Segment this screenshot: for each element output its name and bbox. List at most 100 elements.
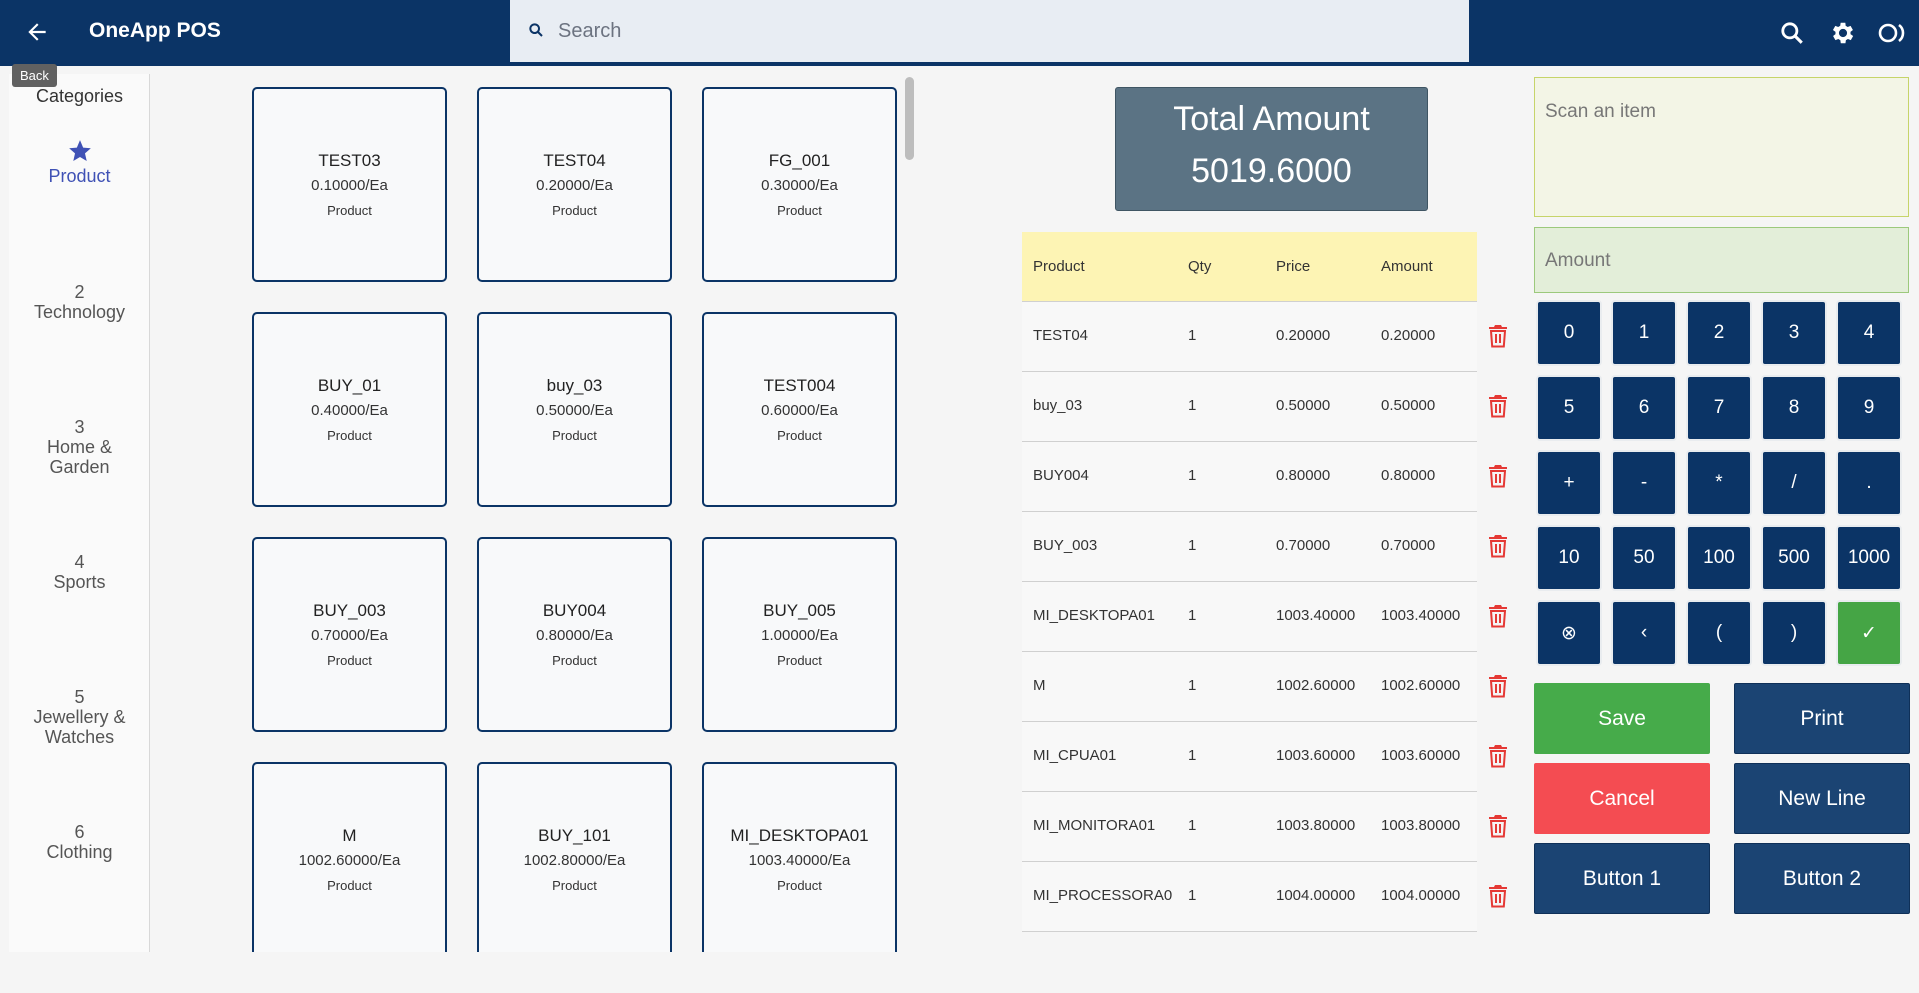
order-row[interactable]: BUY004 1 0.80000 0.80000: [1022, 442, 1477, 512]
key-clear[interactable]: ⊗: [1536, 600, 1602, 666]
column-header-amount: Amount: [1381, 258, 1433, 275]
delete-row-button[interactable]: [1488, 604, 1510, 630]
product-name: M: [342, 826, 357, 845]
order-qty: 1: [1188, 467, 1197, 484]
key-10[interactable]: 10: [1536, 525, 1602, 591]
product-price: 1003.40000/Ea: [748, 852, 851, 869]
category-sports[interactable]: 4 Sports: [9, 552, 150, 592]
product-tile[interactable]: TEST004 0.60000/Ea Product: [702, 312, 897, 507]
product-tile[interactable]: FG_001 0.30000/Ea Product: [702, 87, 897, 282]
category-product[interactable]: Product: [9, 138, 150, 186]
product-tile[interactable]: BUY_005 1.00000/Ea Product: [702, 537, 897, 732]
new-line-button[interactable]: New Line: [1734, 763, 1910, 834]
key-4[interactable]: 4: [1836, 300, 1902, 366]
order-row[interactable]: TEST04 1 0.20000 0.20000: [1022, 302, 1477, 372]
category-label: Home &: [46, 437, 113, 457]
product-tile[interactable]: TEST04 0.20000/Ea Product: [477, 87, 672, 282]
order-qty: 1: [1188, 887, 1197, 904]
scan-item-input[interactable]: [1545, 98, 1895, 126]
product-tile[interactable]: BUY_01 0.40000/Ea Product: [252, 312, 447, 507]
product-category: Product: [552, 428, 597, 443]
key-multiply[interactable]: *: [1686, 450, 1752, 516]
product-tile[interactable]: BUY_003 0.70000/Ea Product: [252, 537, 447, 732]
settings-button[interactable]: [1827, 17, 1859, 49]
product-name: BUY004: [542, 601, 607, 620]
category-jewellery-watches[interactable]: 5 Jewellery & Watches: [9, 687, 150, 747]
product-category: Product: [327, 203, 372, 218]
back-button[interactable]: [17, 14, 57, 50]
delete-row-button[interactable]: [1488, 324, 1510, 350]
cancel-button[interactable]: Cancel: [1534, 763, 1710, 834]
product-tile[interactable]: BUY_101 1002.80000/Ea Product: [477, 762, 672, 952]
key-2[interactable]: 2: [1686, 300, 1752, 366]
product-price: 0.30000/Ea: [761, 177, 838, 194]
product-price: 1.00000/Ea: [761, 627, 838, 644]
key-divide[interactable]: /: [1761, 450, 1827, 516]
button-2[interactable]: Button 2: [1734, 843, 1910, 914]
amount-input[interactable]: [1545, 247, 1895, 275]
delete-row-button[interactable]: [1488, 884, 1510, 910]
trash-icon: [1489, 745, 1507, 768]
order-row[interactable]: MI_MONITORA01 1 1003.80000 1003.80000: [1022, 792, 1477, 862]
print-button[interactable]: Print: [1734, 683, 1910, 754]
order-row[interactable]: BUY_003 1 0.70000 0.70000: [1022, 512, 1477, 582]
order-row[interactable]: M 1 1002.60000 1002.60000: [1022, 652, 1477, 722]
category-home-garden[interactable]: 3 Home & Garden: [9, 417, 150, 477]
key-confirm[interactable]: ✓: [1836, 600, 1902, 666]
category-label: Product: [48, 166, 111, 186]
key-5[interactable]: 5: [1536, 375, 1602, 441]
delete-row-button[interactable]: [1488, 674, 1510, 700]
category-clothing[interactable]: 6 Clothing: [9, 822, 150, 862]
product-tile[interactable]: TEST03 0.10000/Ea Product: [252, 87, 447, 282]
key-backspace[interactable]: ‹: [1611, 600, 1677, 666]
key-open-paren[interactable]: (: [1686, 600, 1752, 666]
search-bar[interactable]: [510, 0, 1469, 64]
category-label: Clothing: [46, 842, 113, 862]
scan-item-field[interactable]: [1534, 77, 1909, 217]
order-amount: 0.50000: [1381, 397, 1436, 414]
key-minus[interactable]: -: [1611, 450, 1677, 516]
order-row[interactable]: MI_DESKTOPA01 1 1003.40000 1003.40000: [1022, 582, 1477, 652]
key-9[interactable]: 9: [1836, 375, 1902, 441]
delete-row-button[interactable]: [1488, 814, 1510, 840]
order-qty: 1: [1188, 747, 1197, 764]
product-tile[interactable]: MI_DESKTOPA01 1003.40000/Ea Product: [702, 762, 897, 952]
delete-row-button[interactable]: [1488, 464, 1510, 490]
key-100[interactable]: 100: [1686, 525, 1752, 591]
delete-row-button[interactable]: [1488, 744, 1510, 770]
order-row[interactable]: buy_03 1 0.50000 0.50000: [1022, 372, 1477, 442]
key-500[interactable]: 500: [1761, 525, 1827, 591]
key-8[interactable]: 8: [1761, 375, 1827, 441]
product-tile[interactable]: buy_03 0.50000/Ea Product: [477, 312, 672, 507]
key-1[interactable]: 1: [1611, 300, 1677, 366]
key-3[interactable]: 3: [1761, 300, 1827, 366]
order-row[interactable]: MI_PROCESSORA01 1 1004.00000 1004.00000: [1022, 862, 1477, 932]
order-row[interactable]: MI_CPUA01 1 1003.60000 1003.60000: [1022, 722, 1477, 792]
toggle-button[interactable]: [1876, 17, 1908, 49]
column-header-qty: Qty: [1188, 258, 1212, 275]
key-plus[interactable]: +: [1536, 450, 1602, 516]
product-tile[interactable]: M 1002.60000/Ea Product: [252, 762, 447, 952]
delete-row-button[interactable]: [1488, 394, 1510, 420]
key-7[interactable]: 7: [1686, 375, 1752, 441]
grid-scrollbar[interactable]: [905, 77, 914, 160]
amount-field[interactable]: [1534, 227, 1909, 293]
product-price: 0.50000/Ea: [536, 402, 613, 419]
search-button[interactable]: [1776, 17, 1808, 49]
key-1000[interactable]: 1000: [1836, 525, 1902, 591]
product-tile[interactable]: BUY004 0.80000/Ea Product: [477, 537, 672, 732]
delete-row-button[interactable]: [1488, 534, 1510, 560]
save-button[interactable]: Save: [1534, 683, 1710, 754]
search-input[interactable]: [558, 0, 1438, 62]
order-amount: 1003.80000: [1381, 817, 1461, 834]
key-0[interactable]: 0: [1536, 300, 1602, 366]
key-close-paren[interactable]: ): [1761, 600, 1827, 666]
order-qty: 1: [1188, 817, 1197, 834]
button-1[interactable]: Button 1: [1534, 843, 1710, 914]
key-decimal[interactable]: .: [1836, 450, 1902, 516]
key-6[interactable]: 6: [1611, 375, 1677, 441]
product-name: TEST004: [763, 376, 836, 395]
category-technology[interactable]: 2 Technology: [9, 282, 150, 322]
key-50[interactable]: 50: [1611, 525, 1677, 591]
product-category: Product: [552, 653, 597, 668]
